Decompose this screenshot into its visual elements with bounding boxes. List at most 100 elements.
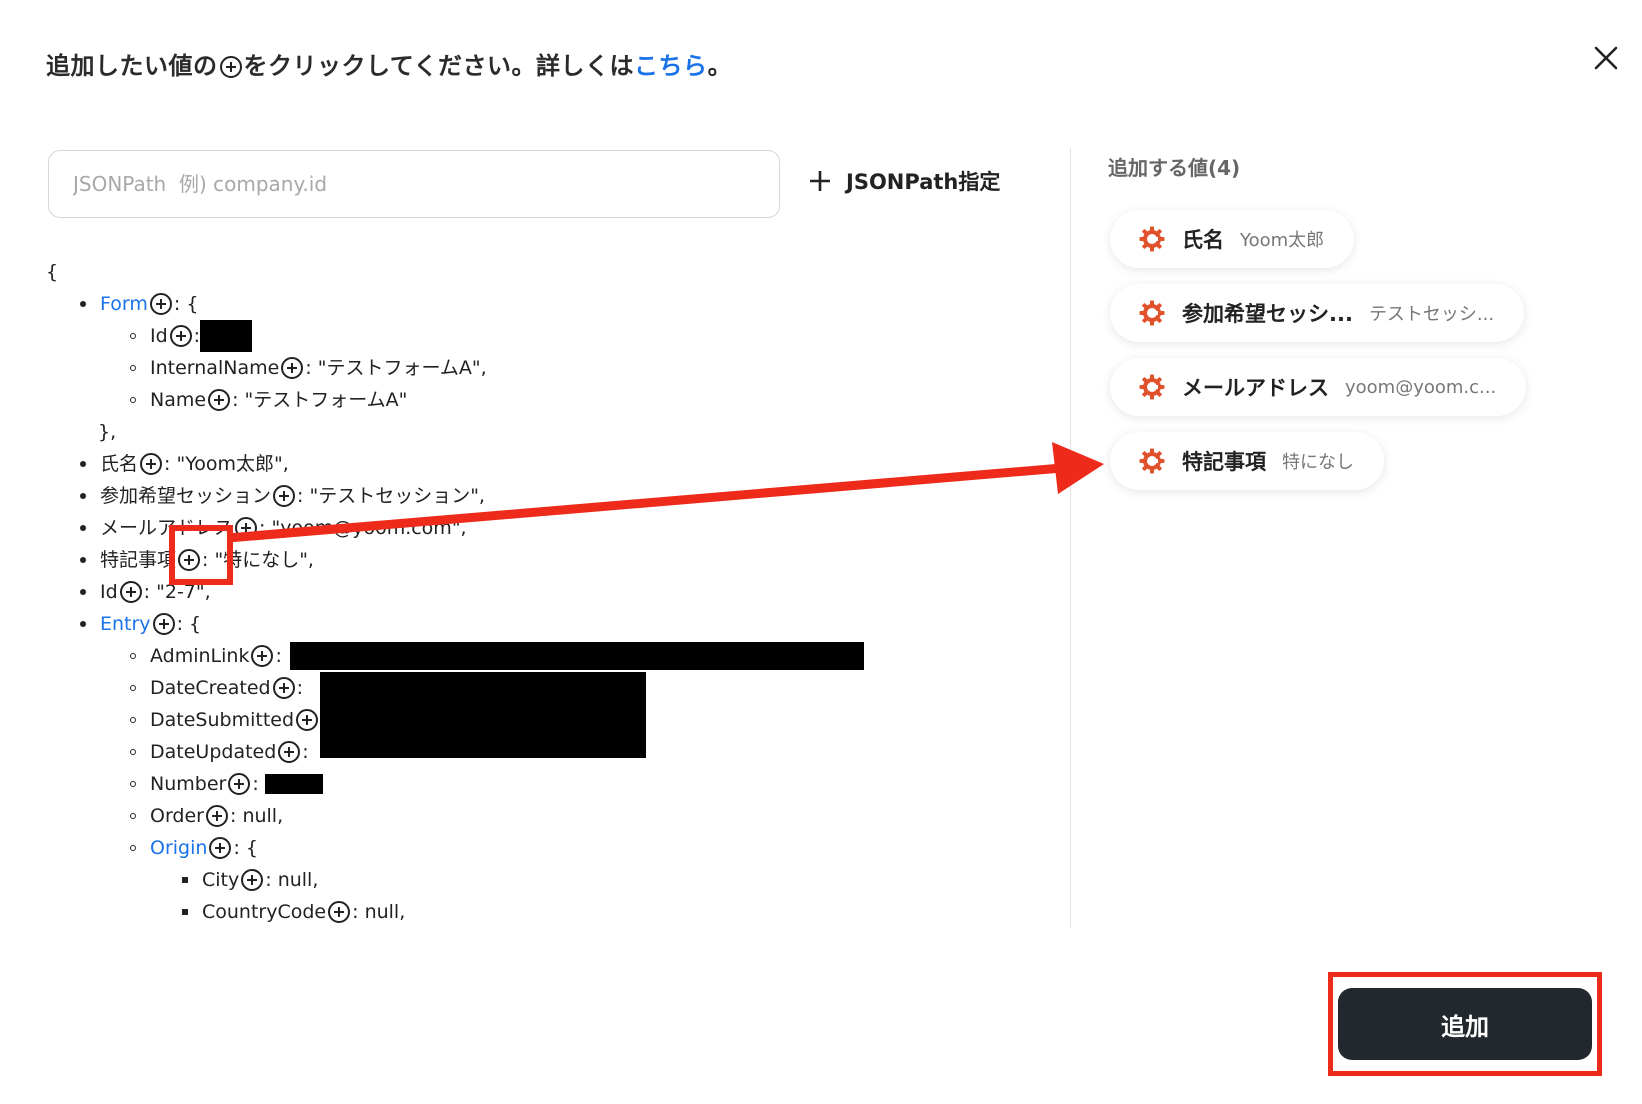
tree-key: Id xyxy=(100,581,118,603)
chip-label: 特記事項 xyxy=(1182,450,1266,474)
form-key-link[interactable]: Form xyxy=(100,288,148,320)
plus-circle-icon[interactable] xyxy=(273,485,296,507)
tree-key: Name xyxy=(150,389,207,411)
plus-circle-icon[interactable] xyxy=(140,453,163,475)
tree-key: メールアドレス xyxy=(100,517,234,539)
tree-key: City xyxy=(202,869,240,891)
add-button[interactable]: 追加 xyxy=(1338,988,1592,1060)
plus-icon xyxy=(810,171,830,191)
tree-text: : { xyxy=(173,293,199,315)
tree-value: : "2-7", xyxy=(143,581,211,603)
bullet xyxy=(130,397,136,403)
redacted-value xyxy=(264,774,323,794)
tree-value: : "yoom@yoom.com", xyxy=(259,517,467,539)
bullet xyxy=(80,461,86,467)
instruction-text: 追加したい値の をクリックしてください。詳しくはこちら。 xyxy=(46,46,732,81)
json-tree: { Form: { Id: InternalName: "テストフォームA", … xyxy=(46,256,864,928)
tree-value: : "テストフォームA", xyxy=(305,357,487,379)
tree-row-name: 氏名: "Yoom太郎", xyxy=(46,448,864,480)
chip-label: メールアドレス xyxy=(1182,376,1329,400)
tree-key: Id xyxy=(150,325,168,347)
selected-value-chip[interactable]: メールアドレス yoom@yoom.c... xyxy=(1110,358,1527,416)
tree-value: : null, xyxy=(352,901,406,923)
plus-circle-icon[interactable] xyxy=(281,357,304,379)
brace: { xyxy=(46,261,59,283)
bullet xyxy=(130,781,136,787)
plus-circle-icon[interactable] xyxy=(278,741,301,763)
plus-circle-icon[interactable] xyxy=(328,901,351,923)
tree-row-form-name: Name : "テストフォームA" xyxy=(46,384,864,416)
selected-values-title: 追加する値(4) xyxy=(1108,156,1241,180)
tree-key: DateUpdated xyxy=(150,741,277,763)
plus-circle-icon[interactable] xyxy=(251,645,274,667)
brace: }, xyxy=(98,421,117,443)
tree-row-admin-link: AdminLink: xyxy=(46,640,864,672)
tree-row-mail: メールアドレス : "yoom@yoom.com", xyxy=(46,512,864,544)
plus-circle-icon[interactable] xyxy=(272,677,295,699)
bullet xyxy=(130,749,136,755)
tree-key: 特記事項 xyxy=(100,549,177,571)
plus-circle-icon[interactable] xyxy=(209,837,232,859)
tree-row-origin: Origin : { xyxy=(46,832,864,864)
tree-value: : "特になし", xyxy=(202,549,314,571)
selected-value-chip[interactable]: 氏名 Yoom太郎 xyxy=(1110,210,1355,268)
tree-text: : xyxy=(252,773,259,795)
gear-icon xyxy=(1139,226,1165,252)
selected-value-chip[interactable]: 特記事項 特になし xyxy=(1110,432,1384,490)
bullet xyxy=(130,813,136,819)
tree-value: : null, xyxy=(230,805,284,827)
tree-value: : null, xyxy=(265,869,319,891)
plus-circle-icon[interactable] xyxy=(169,325,192,347)
plus-circle-icon[interactable] xyxy=(296,709,319,731)
chip-value: Yoom太郎 xyxy=(1240,230,1325,251)
chip-label: 参加希望セッシ... xyxy=(1182,302,1353,326)
tree-text: : { xyxy=(233,837,258,859)
entry-key-link[interactable]: Entry xyxy=(100,608,151,640)
plus-circle-icon[interactable] xyxy=(206,805,228,827)
plus-circle-icon xyxy=(219,56,242,78)
chip-value: テストセッシ... xyxy=(1368,304,1495,325)
gear-icon xyxy=(1139,448,1165,474)
bullet xyxy=(80,301,86,307)
plus-circle-icon[interactable] xyxy=(235,517,258,539)
jsonpath-specify-button[interactable]: JSONPath指定 xyxy=(808,166,1000,196)
tree-row-order: Order : null, xyxy=(46,800,864,832)
tree-row-entry: Entry: { xyxy=(46,608,864,640)
jsonpath-search-input[interactable] xyxy=(48,150,780,218)
plus-circle-icon[interactable] xyxy=(208,389,231,411)
plus-circle-icon[interactable] xyxy=(119,581,142,603)
instruction-middle: をクリックしてください。詳しくは xyxy=(243,52,635,80)
annotation-arrowhead xyxy=(1052,442,1104,494)
chip-value: 特になし xyxy=(1282,452,1354,473)
redacted-value xyxy=(289,642,864,670)
chip-label: 氏名 xyxy=(1182,228,1224,252)
tree-key: InternalName xyxy=(150,357,280,379)
tree-row-id: Id : "2-7", xyxy=(46,576,864,608)
tree-key: DateSubmitted xyxy=(150,709,295,731)
instruction-prefix: 追加したい値の xyxy=(46,52,218,80)
tree-row-form: Form : { xyxy=(46,288,864,320)
close-icon[interactable] xyxy=(1588,40,1624,76)
bullet xyxy=(80,589,86,595)
plus-circle-icon[interactable] xyxy=(228,773,251,795)
tree-row-city: City : null, xyxy=(46,864,864,896)
bullet xyxy=(182,877,188,883)
tree-row: }, xyxy=(46,416,864,448)
selected-value-chip[interactable]: 参加希望セッシ... テストセッシ... xyxy=(1110,284,1525,342)
jsonpath-button-label: JSONPath指定 xyxy=(846,170,1001,194)
plus-circle-icon[interactable] xyxy=(149,293,172,315)
tree-row-country-code: CountryCode: null, xyxy=(46,896,864,928)
bullet xyxy=(130,365,136,371)
plus-circle-icon[interactable] xyxy=(178,549,201,571)
tree-value: : "テストフォームA" xyxy=(232,389,408,411)
help-link[interactable]: こちら xyxy=(634,52,708,80)
tree-row-number: Number: xyxy=(46,768,864,800)
bullet xyxy=(80,493,86,499)
bullet xyxy=(182,909,188,915)
plus-circle-icon[interactable] xyxy=(241,869,264,891)
plus-circle-icon[interactable] xyxy=(152,613,175,635)
tree-row-internal-name: InternalName : "テストフォームA", xyxy=(46,352,864,384)
tree-key: Order xyxy=(150,805,204,827)
origin-key-link[interactable]: Origin xyxy=(150,832,207,864)
tree-key: 参加希望セッション xyxy=(100,485,272,507)
